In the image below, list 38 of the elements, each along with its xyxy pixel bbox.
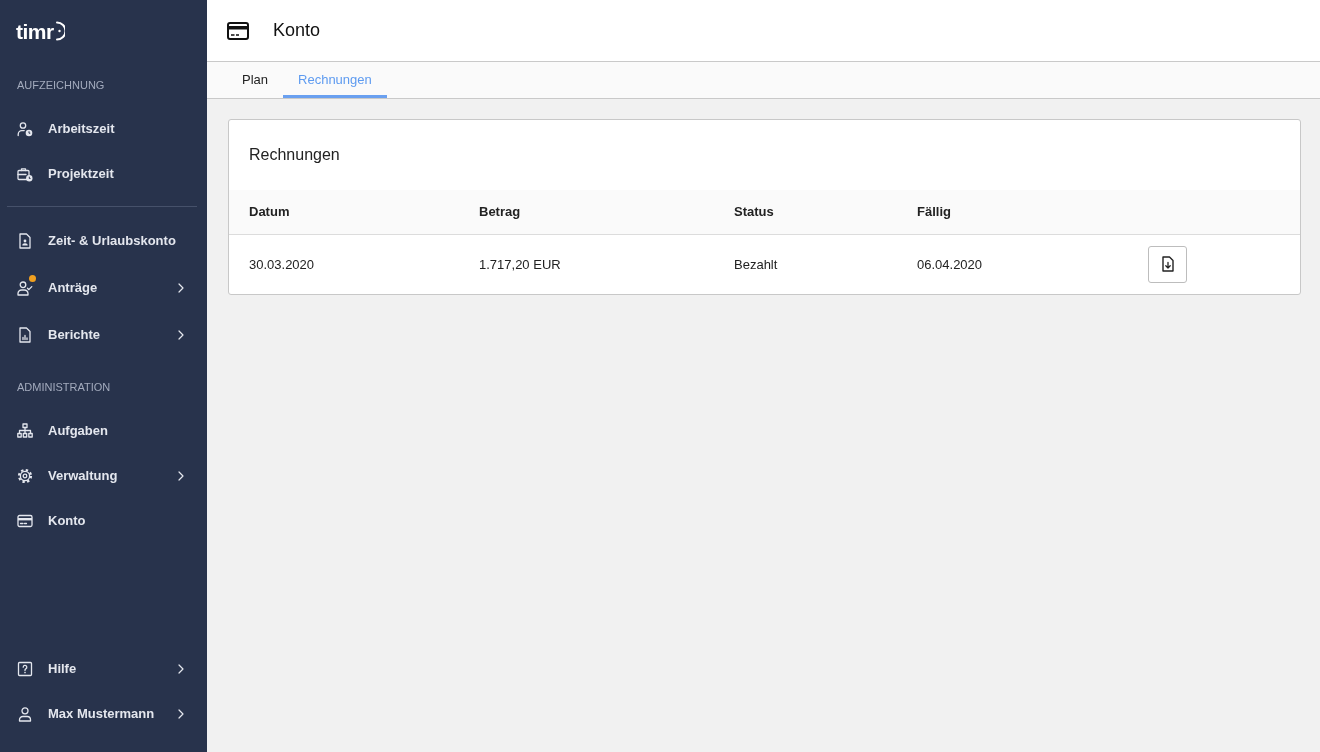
section-heading: AUFZEICHNUNG xyxy=(16,78,106,93)
briefcase-clock-icon xyxy=(17,165,33,182)
help-icon xyxy=(17,660,33,677)
document-download-icon xyxy=(1161,256,1174,273)
table-cell: 06.04.2020 xyxy=(897,234,1128,294)
hierarchy-icon xyxy=(17,422,33,439)
sidebar-item[interactable]: Berichte xyxy=(0,311,207,358)
page-title: Konto xyxy=(273,19,321,42)
credit-card-icon xyxy=(17,512,33,529)
column-header: Datum xyxy=(229,190,459,234)
gear-icon xyxy=(17,467,33,484)
person-check-icon xyxy=(17,279,33,296)
table-cell: 30.03.2020 xyxy=(229,234,459,294)
sidebar-item[interactable]: Zeit- & Urlaubskonto xyxy=(0,217,207,264)
clock-arc-icon xyxy=(54,20,65,42)
sidebar-item[interactable]: Verwaltung xyxy=(0,453,207,498)
sidebar-item[interactable]: Aufgaben xyxy=(0,408,207,453)
column-header: Fällig xyxy=(897,190,1128,234)
sidebar-item[interactable]: Anträge xyxy=(0,264,207,311)
sidebar-item[interactable]: Max Mustermann xyxy=(0,691,207,736)
logo-text: timr xyxy=(16,20,54,42)
card-title: Rechnungen xyxy=(248,145,341,165)
column-header: Status xyxy=(714,190,897,234)
sidebar-item[interactable]: Arbeitszeit xyxy=(0,106,207,151)
document-person-icon xyxy=(17,232,33,249)
tab[interactable]: Plan xyxy=(227,62,284,98)
document-chart-icon xyxy=(17,326,33,343)
column-header: Betrag xyxy=(459,190,714,234)
download-button[interactable] xyxy=(1148,245,1187,283)
credit-card-icon xyxy=(227,21,249,40)
user-icon xyxy=(17,705,33,722)
section-heading: ADMINISTRATION xyxy=(16,380,112,395)
table-cell: Bezahlt xyxy=(714,234,897,294)
sidebar-item[interactable]: Konto xyxy=(0,498,207,543)
sidebar-item[interactable]: Projektzeit xyxy=(0,151,207,196)
sidebar-item[interactable]: Hilfe xyxy=(0,646,207,691)
person-clock-icon xyxy=(17,120,33,137)
table-cell: 1.717,20 EUR xyxy=(459,234,714,294)
